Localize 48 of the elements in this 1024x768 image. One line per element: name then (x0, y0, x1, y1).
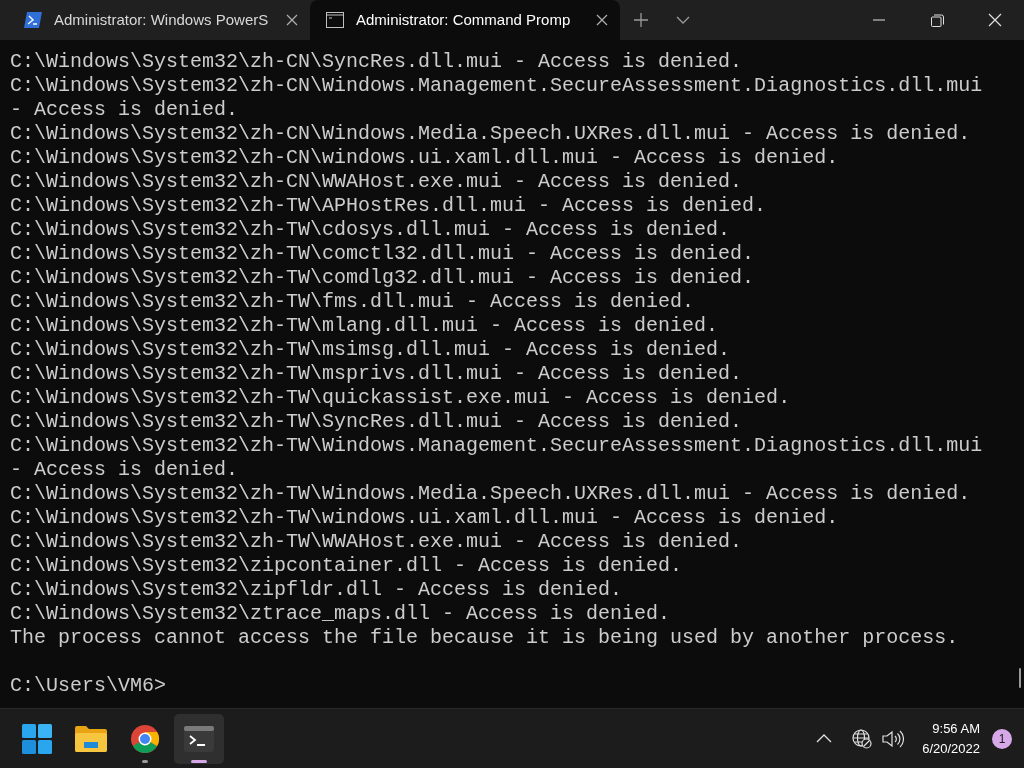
console-line: C:\Windows\System32\zh-TW\msimsg.dll.mui - Access is denied. (10, 338, 731, 362)
notification-count[interactable]: 1 (992, 728, 1012, 749)
browser-icon (130, 723, 160, 754)
console-line: C:\Windows\System32\zipcontainer.dll - Access is denied. (10, 554, 683, 578)
terminal-icon (184, 725, 214, 752)
clock-time[interactable]: 9:56 AM (932, 718, 980, 739)
console-line: C:\Windows\System32\zh-TW\quickassist.exe.mui - Access is denied. (10, 386, 791, 410)
globe-icon[interactable] (852, 728, 873, 749)
windows-logo-icon (22, 723, 52, 754)
console-line: C:\Windows\System32\zipfldr.dll - Access is denied. (10, 578, 623, 602)
console-line: - Access is denied. (10, 458, 239, 482)
close-icon (988, 13, 1002, 27)
console-line: C:\Windows\System32\zh-TW\SyncRes.dll.mui - Access is denied. (10, 410, 743, 434)
console-line: C:\Windows\System32\zh-TW\mlang.dll.mui - Access is denied. (10, 314, 719, 338)
clock-date[interactable]: 6/20/2022 (922, 738, 980, 759)
taskbar-app-button[interactable] (174, 713, 224, 764)
console-line: C:\Windows\System32\zh-TW\Windows.Media.Speech.UXRes.dll.mui - Access is denied. (10, 482, 971, 506)
console-line: C:\Windows\System32\ztrace_maps.dll - Access is denied. (10, 602, 671, 626)
console-line: C:\Windows\System32\zh-TW\WWAHost.exe.mui - Access is denied. (10, 530, 743, 554)
terminal-prompt-icon (24, 12, 42, 28)
console-line: C:\Windows\System32\zh-TW\msprivs.dll.mui - Access is denied. (10, 362, 743, 386)
console-line: - Access is denied. (10, 98, 239, 122)
console-line: C:\Windows\System32\zh-CN\windows.ui.xaml.dll.mui - Access is denied. (10, 146, 839, 170)
chevron-up-icon[interactable] (816, 734, 833, 743)
folder-icon (75, 724, 107, 753)
chevron-down-icon (676, 16, 690, 24)
restore-icon (930, 13, 944, 27)
plus-icon (633, 12, 649, 28)
close-tab-icon[interactable] (596, 14, 608, 26)
tab[interactable]: Administrator: Command Promp (310, 0, 620, 40)
console-line: C:\Windows\System32\zh-TW\Windows.Management.SecureAssessment.Diagnostics.dll.mui (10, 434, 983, 458)
console-line: C:\Windows\System32\zh-CN\WWAHost.exe.mui - Access is denied. (10, 170, 743, 194)
minimize-icon (873, 19, 885, 21)
speaker-icon[interactable] (882, 729, 905, 748)
console-line: C:\Windows\System32\zh-CN\SyncRes.dll.mui - Access is denied. (10, 50, 743, 74)
console-line: C:\Windows\System32\zh-CN\Windows.Media.Speech.UXRes.dll.mui - Access is denied. (10, 122, 971, 146)
console-window-icon (326, 12, 344, 28)
console-line: C:\Windows\System32\zh-CN\Windows.Management.SecureAssessment.Diagnostics.dll.mui (10, 74, 983, 98)
console-line: C:\Windows\System32\zh-TW\fms.dll.mui - Access is denied. (10, 290, 695, 314)
console-line: The process cannot access the file because it is being used by another process. (10, 626, 959, 650)
scrollbar-thumb[interactable] (1019, 668, 1021, 688)
console-line: C:\Windows\System32\zh-TW\comdlg32.dll.mui - Access is denied. (10, 266, 755, 290)
console-line: C:\Windows\System32\zh-TW\cdosys.dll.mui - Access is denied. (10, 218, 731, 242)
console-line: C:\Windows\System32\zh-TW\comctl32.dll.mui - Access is denied. (10, 242, 755, 266)
console-line: C:\Windows\System32\zh-TW\APHostRes.dll.mui - Access is denied. (10, 194, 767, 218)
close-tab-icon[interactable] (286, 14, 298, 26)
command-prompt: C:\Users\VM6> (10, 674, 167, 698)
console-line: C:\Windows\System32\zh-TW\windows.ui.xaml.dll.mui - Access is denied. (10, 506, 839, 530)
